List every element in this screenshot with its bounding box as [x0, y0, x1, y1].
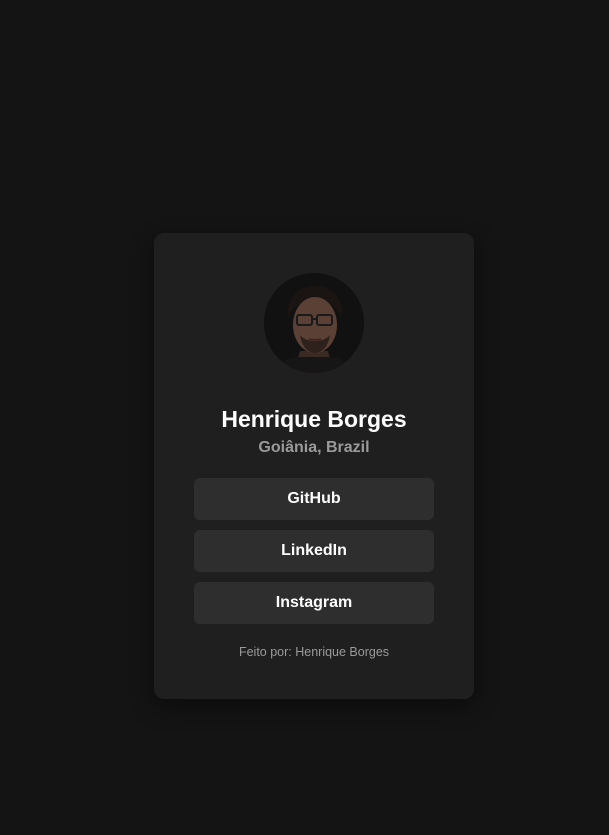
avatar-photo: [264, 273, 364, 373]
social-links: GitHub LinkedIn Instagram: [194, 478, 434, 634]
avatar: [264, 273, 364, 373]
footer-credit: Feito por: Henrique Borges: [238, 645, 390, 659]
github-link-button[interactable]: GitHub: [194, 478, 434, 520]
instagram-link-button[interactable]: Instagram: [194, 582, 434, 624]
profile-location: Goiânia, Brazil: [258, 439, 370, 456]
profile-card: Henrique Borges Goiânia, Brazil GitHub L…: [154, 233, 474, 699]
profile-name: Henrique Borges: [221, 406, 407, 432]
page: Henrique Borges Goiânia, Brazil GitHub L…: [0, 0, 609, 835]
linkedin-link-button[interactable]: LinkedIn: [194, 530, 434, 572]
